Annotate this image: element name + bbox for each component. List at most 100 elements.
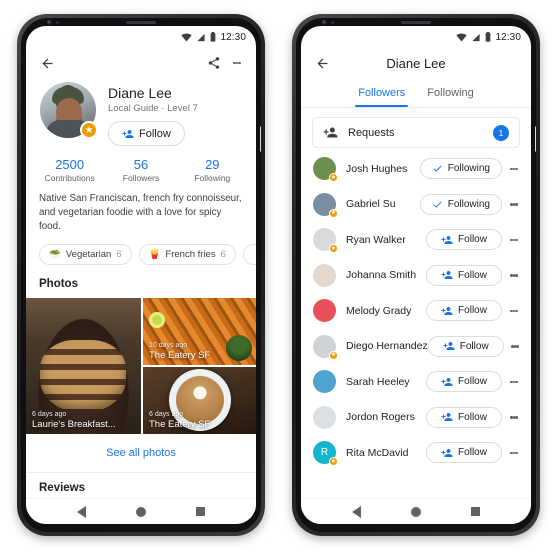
photo-title: The Eatery SF	[149, 350, 252, 361]
follow-button[interactable]: Follow	[426, 371, 502, 392]
follow-button-label: Follow	[139, 128, 171, 140]
person-add-icon	[443, 340, 455, 352]
avatar[interactable]: ★	[313, 193, 336, 216]
table-row[interactable]: ★ Gabriel Su Following	[301, 187, 531, 223]
nav-recents-icon[interactable]	[196, 507, 205, 516]
following-button[interactable]: Following	[420, 158, 502, 179]
android-nav-bar-left	[26, 498, 256, 524]
more-vertical-icon[interactable]	[505, 167, 523, 172]
nav-recents-icon[interactable]	[471, 507, 480, 516]
stat-followers[interactable]: 56 Followers	[105, 157, 176, 183]
follow-button[interactable]: Follow	[426, 407, 502, 428]
interest-chips: 🥗 Vegetarian 6 🍟 French fries 6 🍦	[26, 235, 256, 265]
more-vertical-icon[interactable]	[505, 415, 523, 420]
more-vertical-icon[interactable]	[507, 344, 523, 349]
photo-caption: 6 days ago The Eatery SF	[149, 411, 252, 430]
icecream-icon: 🍦	[253, 249, 256, 260]
tab-followers[interactable]: Followers	[355, 80, 408, 107]
more-vertical-icon[interactable]	[505, 238, 523, 243]
front-camera-icon	[322, 20, 327, 25]
ir-sensor-icon	[56, 21, 59, 24]
earpiece-speaker	[401, 21, 431, 24]
screenshot-stage: 12:30	[0, 0, 553, 560]
status-time: 12:30	[495, 32, 521, 43]
table-row[interactable]: Melody Grady Follow	[301, 293, 531, 329]
status-time: 12:30	[220, 32, 246, 43]
tab-following[interactable]: Following	[424, 80, 476, 107]
follower-name: Ryan Walker	[346, 234, 426, 246]
local-guide-badge-icon: ★	[329, 351, 338, 360]
local-guide-badge-icon: ★	[329, 209, 338, 218]
follow-button[interactable]: Follow	[426, 265, 502, 286]
battery-icon	[485, 32, 491, 42]
table-row[interactable]: Sarah Heeley Follow	[301, 364, 531, 400]
table-row[interactable]: Jordon Rogers Follow	[301, 400, 531, 436]
volume-button[interactable]	[260, 168, 261, 210]
avatar[interactable]	[313, 370, 336, 393]
follow-button[interactable]: Follow	[426, 300, 502, 321]
table-row[interactable]: R ★ Rita McDavid Follow	[301, 435, 531, 471]
android-nav-bar-right	[301, 498, 531, 524]
action-label: Follow	[458, 412, 487, 423]
avatar[interactable]	[313, 299, 336, 322]
photo-timestamp: 10 days ago	[149, 342, 252, 349]
stat-label: Followers	[105, 173, 176, 183]
more-vertical-icon[interactable]	[505, 380, 523, 385]
avatar[interactable]: R ★	[313, 441, 336, 464]
stat-following[interactable]: 29 Following	[177, 157, 248, 183]
share-icon[interactable]	[203, 52, 225, 74]
photo-tile-fries[interactable]: 10 days ago The Eatery SF	[143, 298, 256, 365]
screen-left: 12:30	[26, 26, 256, 524]
chip-french-fries[interactable]: 🍟 French fries 6	[139, 244, 236, 265]
stat-contributions[interactable]: 2500 Contributions	[34, 157, 105, 183]
avatar[interactable]	[313, 264, 336, 287]
following-button[interactable]: Following	[420, 194, 502, 215]
see-all-photos-link[interactable]: See all photos	[26, 434, 256, 473]
chip-partial[interactable]: 🍦	[243, 244, 256, 265]
power-button[interactable]	[260, 126, 261, 152]
photo-caption: 6 days ago Laurie's Breakfast...	[32, 411, 137, 430]
photo-caption: 10 days ago The Eatery SF	[149, 342, 252, 361]
nav-home-icon[interactable]	[136, 507, 146, 517]
back-arrow-icon[interactable]	[311, 52, 333, 74]
nav-home-icon[interactable]	[411, 507, 421, 517]
more-vertical-icon[interactable]	[505, 309, 523, 314]
table-row[interactable]: ★ Diego Hernandez Follow	[301, 329, 531, 365]
profile-scroll-area[interactable]: ★ Diane Lee Local Guide · Level 7 Follow	[26, 80, 256, 498]
more-vertical-icon[interactable]	[228, 61, 246, 66]
avatar[interactable]	[313, 406, 336, 429]
avatar[interactable]: ★	[313, 157, 336, 180]
back-arrow-icon[interactable]	[36, 52, 58, 74]
table-row[interactable]: ★ Josh Hughes Following	[301, 151, 531, 187]
phone-device-right: 12:30 Diane Lee Followers Following	[292, 14, 540, 536]
table-row[interactable]: ★ Ryan Walker Follow	[301, 222, 531, 258]
action-label: Following	[448, 163, 490, 174]
more-vertical-icon[interactable]	[505, 451, 523, 456]
person-add-icon	[441, 411, 453, 423]
follow-button[interactable]: Follow	[108, 121, 185, 146]
front-camera-icon	[47, 20, 52, 25]
photo-tile-latte[interactable]: 6 days ago The Eatery SF	[143, 367, 256, 434]
follow-button[interactable]: Follow	[426, 442, 502, 463]
avatar[interactable]: ★	[313, 335, 336, 358]
volume-button[interactable]	[535, 168, 536, 210]
follow-button[interactable]: Follow	[428, 336, 504, 357]
table-row[interactable]: Johanna Smith Follow	[301, 258, 531, 294]
profile-avatar[interactable]: ★	[40, 82, 96, 138]
avatar[interactable]: ★	[313, 228, 336, 251]
more-vertical-icon[interactable]	[505, 202, 523, 207]
person-add-icon	[441, 447, 453, 459]
app-bar-right: Diane Lee	[301, 46, 531, 80]
person-add-icon	[441, 234, 453, 246]
photo-tile-pancake[interactable]: 6 days ago Laurie's Breakfast...	[26, 298, 141, 434]
action-label: Follow	[458, 270, 487, 281]
more-vertical-icon[interactable]	[505, 273, 523, 278]
nav-back-icon[interactable]	[77, 506, 86, 518]
requests-row[interactable]: Requests 1	[312, 117, 520, 148]
follow-button[interactable]: Follow	[426, 229, 502, 250]
stat-label: Contributions	[34, 173, 105, 183]
chip-vegetarian[interactable]: 🥗 Vegetarian 6	[39, 244, 132, 265]
followers-list[interactable]: ★ Josh Hughes Following ★	[301, 151, 531, 498]
nav-back-icon[interactable]	[352, 506, 361, 518]
power-button[interactable]	[535, 126, 536, 152]
